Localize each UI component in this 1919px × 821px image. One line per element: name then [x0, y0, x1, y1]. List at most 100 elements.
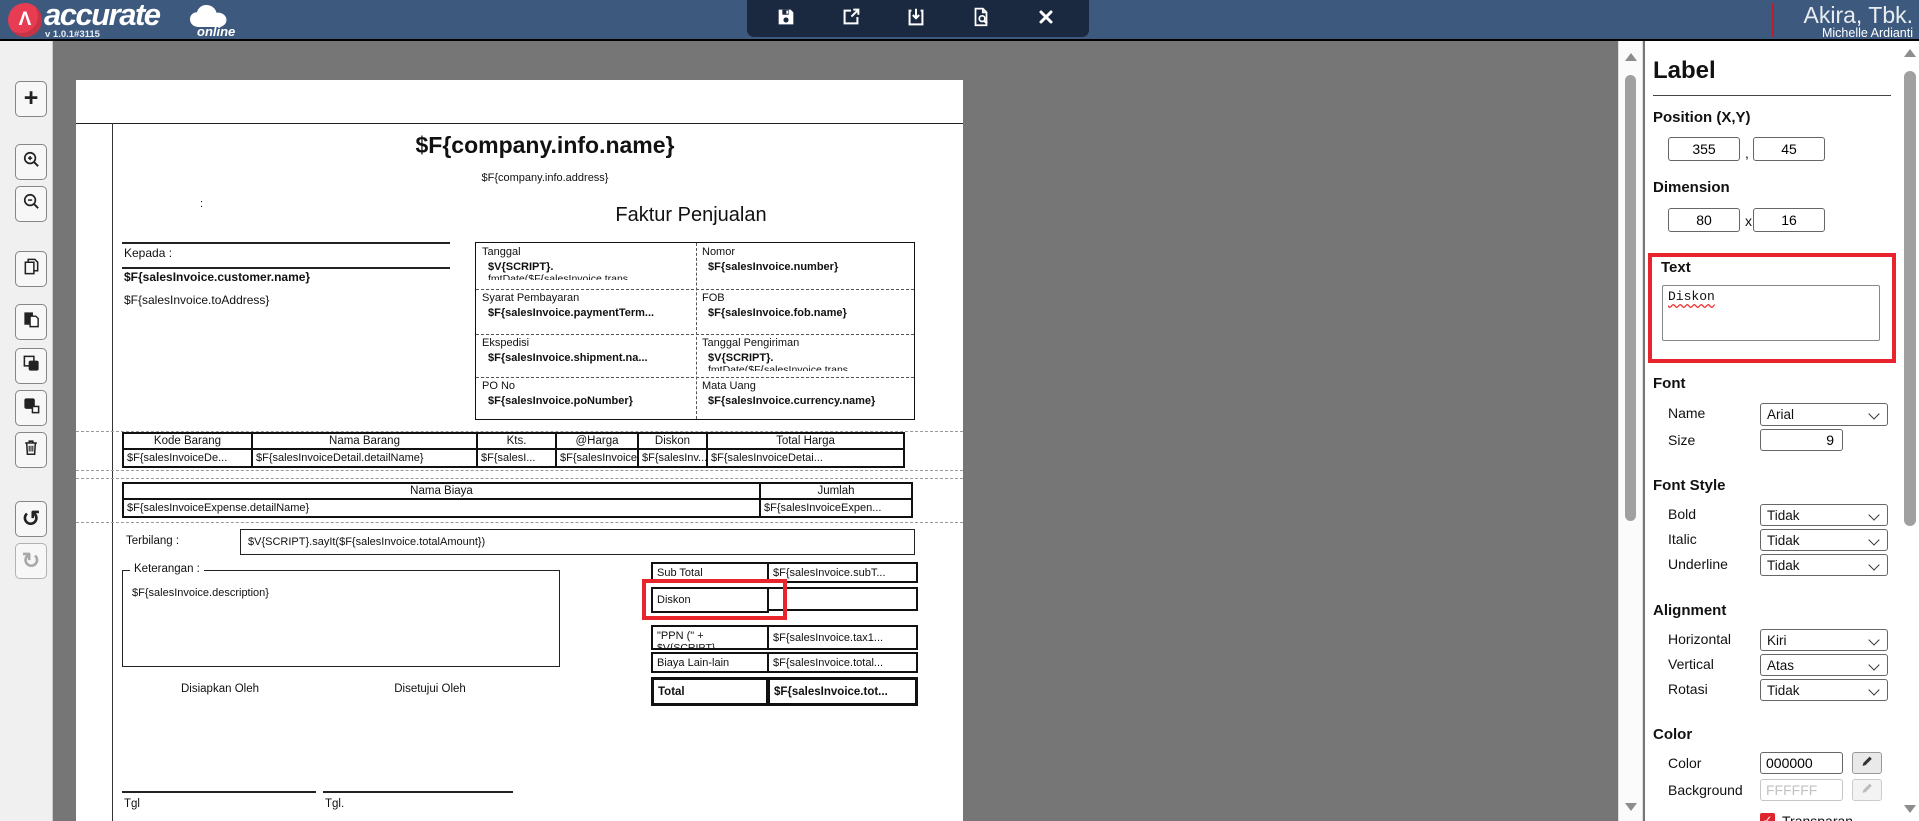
- info-cell-mata-uang[interactable]: Mata Uang $F{salesInvoice.currency.name}: [696, 377, 916, 422]
- panel-scrollbar-thumb[interactable]: [1904, 71, 1916, 526]
- total-value-cell[interactable]: $F{salesInvoice.tax1...: [767, 625, 918, 650]
- total-label-cell[interactable]: "PPN (" + $V{SCRIPT}: [651, 625, 769, 650]
- total-value-cell[interactable]: $F{salesInvoice.tot...: [767, 677, 918, 706]
- info-value: $F{salesInvoice.number}: [708, 261, 839, 273]
- info-cell-tanggal-pengiriman[interactable]: Tanggal Pengiriman $V{SCRIPT}. fmtDate($…: [696, 334, 916, 378]
- rotasi-select[interactable]: Tidak: [1760, 679, 1888, 701]
- total-label-cell[interactable]: Sub Total: [651, 562, 769, 583]
- italic-select[interactable]: Tidak: [1760, 529, 1888, 551]
- redo-button[interactable]: ↻: [15, 543, 47, 579]
- add-button[interactable]: +: [15, 81, 47, 117]
- total-value-cell[interactable]: $F{salesInvoice.subT...: [767, 562, 918, 583]
- items-field-cell[interactable]: $F{salesInvoiceDe...: [122, 448, 253, 468]
- import-button[interactable]: [896, 2, 936, 36]
- chevron-down-icon: [1868, 684, 1880, 696]
- bring-to-front-button[interactable]: [15, 348, 47, 384]
- vertical-value: Atas: [1767, 658, 1795, 673]
- background-picker-button[interactable]: [1852, 779, 1882, 801]
- label-tgl-right[interactable]: Tgl.: [325, 798, 344, 810]
- total-value-cell[interactable]: $F{salesInvoice.total...: [767, 652, 918, 673]
- paste-button[interactable]: [15, 304, 47, 340]
- info-cell-nomor[interactable]: Nomor $F{salesInvoice.number}: [696, 243, 916, 290]
- field-terbilang[interactable]: $V{SCRIPT}.sayIt($F{salesInvoice.totalAm…: [240, 529, 915, 555]
- items-field-cell[interactable]: $F{salesInvoiceDetail.detailName}: [251, 448, 478, 468]
- dimension-height-input[interactable]: [1753, 208, 1825, 232]
- info-cell-fob[interactable]: FOB $F{salesInvoice.fob.name}: [696, 289, 916, 335]
- export-button[interactable]: [831, 2, 871, 36]
- scroll-up-arrow-icon[interactable]: [1904, 49, 1916, 57]
- signature-line-right: [323, 791, 513, 793]
- font-heading: Font: [1653, 375, 1686, 392]
- total-row-biaya: Biaya Lain-lain $F{salesInvoice.total...: [651, 652, 918, 673]
- pencil-icon: [1860, 754, 1874, 773]
- canvas-scrollbar-thumb[interactable]: [1625, 75, 1636, 521]
- field-to-address[interactable]: $F{salesInvoice.toAddress}: [124, 293, 269, 307]
- preview-button[interactable]: [961, 2, 1001, 36]
- label-disetujui-oleh[interactable]: Disetujui Oleh: [370, 683, 490, 695]
- bring-to-front-icon: [22, 354, 41, 378]
- info-cell-tanggal[interactable]: Tanggal $V{SCRIPT}. fmtDate($F{salesInvo…: [476, 243, 696, 290]
- label-kepada[interactable]: Kepada :: [124, 246, 172, 260]
- position-x-input[interactable]: [1668, 137, 1740, 161]
- expense-field-cell[interactable]: $F{salesInvoiceExpen...: [759, 498, 913, 518]
- accurate-logo-icon: Λ: [8, 3, 42, 37]
- terbilang-value: $V{SCRIPT}.sayIt($F{salesInvoice.totalAm…: [248, 536, 486, 548]
- label-colon[interactable]: :: [200, 198, 203, 210]
- keterangan-box[interactable]: [122, 570, 560, 667]
- total-label-cell[interactable]: Total: [651, 677, 769, 706]
- zoom-in-button[interactable]: [15, 144, 47, 180]
- color-picker-button[interactable]: [1852, 752, 1882, 774]
- info-cell-ekspedisi[interactable]: Ekspedisi $F{salesInvoice.shipment.na...: [476, 334, 696, 378]
- total-label-cell[interactable]: Biaya Lain-lain: [651, 652, 769, 673]
- items-field-cell[interactable]: $F{salesInvoice...: [555, 448, 639, 468]
- italic-label: Italic: [1668, 531, 1697, 547]
- total-label-cell-selected[interactable]: Diskon: [651, 587, 769, 613]
- horizontal-select[interactable]: Kiri: [1760, 629, 1888, 651]
- pencil-icon: [1860, 781, 1874, 800]
- label-tgl-left[interactable]: Tgl: [124, 798, 140, 810]
- zoom-out-button[interactable]: [15, 186, 47, 222]
- position-y-input[interactable]: [1753, 137, 1825, 161]
- expense-field-cell[interactable]: $F{salesInvoiceExpense.detailName}: [122, 498, 761, 518]
- bold-label: Bold: [1668, 506, 1697, 522]
- save-button[interactable]: [766, 2, 806, 36]
- copy-button[interactable]: [15, 251, 47, 287]
- scroll-up-arrow-icon[interactable]: [1625, 53, 1637, 61]
- background-input[interactable]: [1760, 779, 1843, 801]
- dimension-width-input[interactable]: [1668, 208, 1740, 232]
- total-row-ppn: "PPN (" + $V{SCRIPT} $F{salesInvoice.tax…: [651, 625, 918, 650]
- field-customer-name[interactable]: $F{salesInvoice.customer.name}: [124, 270, 310, 284]
- info-value: $F{salesInvoice.currency.name}: [708, 395, 876, 407]
- transparan-checkbox[interactable]: ✓: [1760, 813, 1775, 821]
- send-to-back-button[interactable]: [15, 390, 47, 426]
- field-description[interactable]: $F{salesInvoice.description}: [132, 587, 269, 599]
- info-cell-syarat[interactable]: Syarat Pembayaran $F{salesInvoice.paymen…: [476, 289, 696, 335]
- template-toolbar: [747, 0, 1089, 37]
- vertical-select[interactable]: Atas: [1760, 654, 1888, 676]
- total-value-cell[interactable]: [767, 587, 918, 611]
- bold-select[interactable]: Tidak: [1760, 504, 1888, 526]
- field-company-address[interactable]: $F{company.info.address}: [245, 172, 845, 184]
- delete-button[interactable]: [15, 432, 47, 468]
- items-field-cell[interactable]: $F{salesInvoiceDetai...: [706, 448, 905, 468]
- items-field-cell[interactable]: $F{salesI...: [476, 448, 557, 468]
- report-title[interactable]: Faktur Penjualan: [581, 204, 801, 227]
- plus-icon: +: [23, 83, 39, 112]
- label-keterangan[interactable]: Keterangan :: [130, 563, 204, 575]
- label-terbilang[interactable]: Terbilang :: [126, 535, 179, 547]
- band-guide: [76, 522, 963, 523]
- items-field-cell[interactable]: $F{salesInv...: [637, 448, 708, 468]
- color-input[interactable]: [1760, 752, 1843, 774]
- font-name-select[interactable]: Arial: [1760, 403, 1888, 426]
- text-input[interactable]: Diskon: [1662, 285, 1880, 341]
- underline-select[interactable]: Tidak: [1760, 554, 1888, 576]
- label-disiapkan-oleh[interactable]: Disiapkan Oleh: [160, 683, 280, 695]
- font-size-input[interactable]: [1760, 429, 1843, 451]
- field-company-name[interactable]: $F{company.info.name}: [245, 132, 845, 159]
- scroll-down-arrow-icon[interactable]: [1904, 805, 1916, 813]
- close-button[interactable]: [1026, 2, 1066, 36]
- kepada-line-top: [122, 242, 450, 244]
- undo-button[interactable]: ↺: [15, 501, 47, 537]
- info-cell-po-no[interactable]: PO No $F{salesInvoice.poNumber}: [476, 377, 696, 422]
- scroll-down-arrow-icon[interactable]: [1625, 803, 1637, 811]
